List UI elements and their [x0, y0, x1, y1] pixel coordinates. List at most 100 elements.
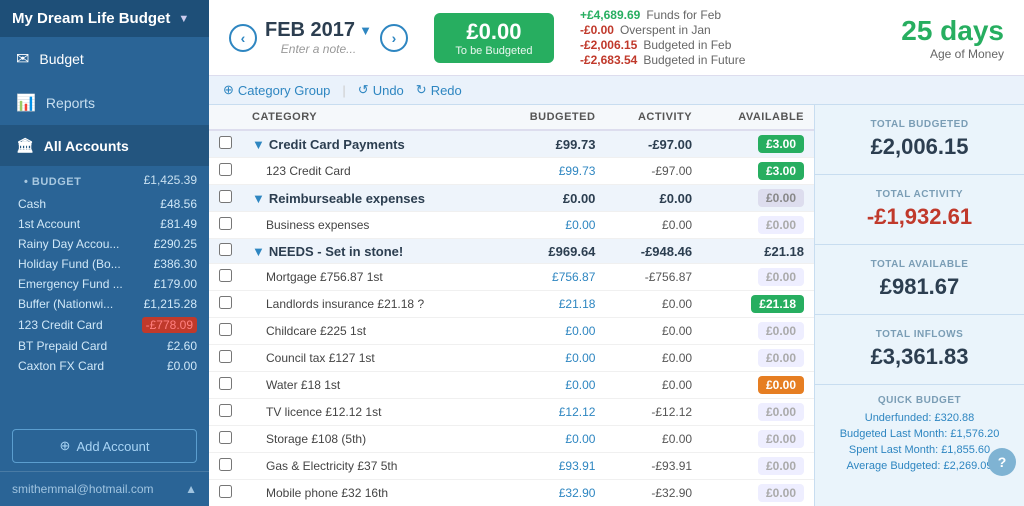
next-month-button[interactable]: ›: [380, 24, 408, 52]
category-checkbox[interactable]: [219, 269, 232, 282]
add-account-button[interactable]: ⊕ Add Account: [12, 429, 197, 463]
category-checkbox[interactable]: [219, 458, 232, 471]
to-be-budgeted-amount: £0.00: [450, 19, 538, 45]
account-name: Caxton FX Card: [18, 359, 104, 373]
category-name: Landlords insurance £21.18 ?: [266, 297, 424, 311]
account-item[interactable]: 1st Account£81.49: [0, 214, 209, 234]
category-budgeted[interactable]: £0.00: [494, 372, 606, 399]
category-name: 123 Credit Card: [266, 164, 351, 178]
category-checkbox[interactable]: [219, 323, 232, 336]
account-item[interactable]: Holiday Fund (Bo...£386.30: [0, 254, 209, 274]
account-balance: £2.60: [167, 339, 197, 353]
sidebar-item-all-accounts[interactable]: 🏛 All Accounts: [0, 125, 209, 166]
account-item[interactable]: Rainy Day Accou...£290.25: [0, 234, 209, 254]
account-balance: £48.56: [160, 197, 197, 211]
add-category-icon: ⊕: [223, 82, 234, 98]
group-checkbox[interactable]: [219, 136, 232, 149]
total-inflows-value: £3,361.83: [831, 344, 1008, 370]
account-item[interactable]: Cash £48.56: [0, 194, 209, 214]
group-name: Reimburseable expenses: [269, 191, 425, 206]
account-name: Cash: [18, 197, 46, 211]
category-budgeted[interactable]: £21.18: [494, 291, 606, 318]
category-budgeted[interactable]: £93.91: [494, 453, 606, 480]
account-item[interactable]: Caxton FX Card£0.00: [0, 356, 209, 376]
category-checkbox[interactable]: [219, 163, 232, 176]
category-check-cell: [209, 453, 242, 480]
age-label: Age of Money: [901, 47, 1004, 61]
category-checkbox[interactable]: [219, 404, 232, 417]
quick-budget-item[interactable]: Spent Last Month: £1,855.60: [829, 444, 1010, 456]
category-checkbox[interactable]: [219, 431, 232, 444]
redo-button[interactable]: ↻ Redo: [416, 82, 462, 98]
quick-budget-item[interactable]: Underfunded: £320.88: [829, 412, 1010, 424]
category-budgeted[interactable]: £0.00: [494, 426, 606, 453]
category-checkbox[interactable]: [219, 350, 232, 363]
header-available: AVAILABLE: [702, 105, 814, 130]
category-name: Council tax £127 1st: [266, 351, 375, 365]
total-budgeted-label: TOTAL BUDGETED: [831, 119, 1008, 130]
category-check-cell: [209, 480, 242, 506]
category-budgeted[interactable]: £0.00: [494, 318, 606, 345]
category-activity: £0.00: [605, 345, 702, 372]
undo-button[interactable]: ↺ Undo: [358, 82, 404, 98]
category-check-cell: [209, 291, 242, 318]
available-badge: £0.00: [758, 268, 804, 286]
category-check-cell: [209, 426, 242, 453]
category-budgeted[interactable]: £0.00: [494, 345, 606, 372]
quick-budget-item[interactable]: Average Budgeted: £2,269.09: [829, 460, 1010, 472]
account-item[interactable]: 123 Credit Card-£778.09: [0, 314, 209, 336]
app-title-header[interactable]: My Dream Life Budget ▼: [0, 0, 209, 37]
help-button[interactable]: ?: [988, 448, 1016, 476]
group-collapse-icon[interactable]: ▼: [252, 137, 265, 152]
category-checkbox[interactable]: [219, 377, 232, 390]
category-activity: -£756.87: [605, 264, 702, 291]
group-collapse-icon[interactable]: ▼: [252, 244, 265, 259]
table-row: Mobile phone £32 16th £32.90 -£32.90 £0.…: [209, 480, 814, 506]
category-budgeted[interactable]: £0.00: [494, 212, 606, 239]
category-checkbox[interactable]: [219, 485, 232, 498]
table-row: Landlords insurance £21.18 ? £21.18 £0.0…: [209, 291, 814, 318]
account-item[interactable]: Emergency Fund ...£179.00: [0, 274, 209, 294]
sidebar: My Dream Life Budget ▼ ✉ Budget 📊 Report…: [0, 0, 209, 506]
undo-icon: ↺: [358, 82, 369, 98]
category-checkbox[interactable]: [219, 217, 232, 230]
category-budgeted[interactable]: £756.87: [494, 264, 606, 291]
category-available: £0.00: [702, 453, 814, 480]
category-available: £0.00: [702, 480, 814, 506]
total-available-label: TOTAL AVAILABLE: [831, 259, 1008, 270]
category-name-cell: Council tax £127 1st: [242, 345, 494, 372]
group-name-cell: ▼ NEEDS - Set in stone!: [242, 239, 494, 264]
category-check-cell: [209, 372, 242, 399]
quick-budget-item[interactable]: Budgeted Last Month: £1,576.20: [829, 428, 1010, 440]
note-input[interactable]: Enter a note...: [265, 42, 372, 56]
category-name-cell: Water £18 1st: [242, 372, 494, 399]
category-budgeted[interactable]: £32.90: [494, 480, 606, 506]
account-item[interactable]: Buffer (Nationwi...£1,215.28: [0, 294, 209, 314]
month-nav: ‹ FEB 2017 ▼ Enter a note... ›: [229, 19, 408, 56]
category-budgeted[interactable]: £12.12: [494, 399, 606, 426]
to-be-budgeted-label: To be Budgeted: [450, 45, 538, 57]
group-checkbox[interactable]: [219, 243, 232, 256]
month-dropdown-icon[interactable]: ▼: [359, 23, 372, 38]
account-name: BT Prepaid Card: [18, 339, 107, 353]
account-balance: £179.00: [154, 277, 197, 291]
total-inflows-label: TOTAL INFLOWS: [831, 329, 1008, 340]
prev-month-button[interactable]: ‹: [229, 24, 257, 52]
category-budgeted[interactable]: £99.73: [494, 158, 606, 185]
category-available: £3.00: [702, 158, 814, 185]
group-name: NEEDS - Set in stone!: [269, 244, 403, 259]
user-menu-icon[interactable]: ▲: [185, 482, 197, 496]
sidebar-item-budget[interactable]: ✉ Budget: [0, 37, 209, 81]
user-email: smithemmal@hotmail.com: [12, 482, 154, 496]
category-group-button[interactable]: ⊕ Category Group: [223, 82, 330, 98]
category-check-cell: [209, 399, 242, 426]
account-item[interactable]: BT Prepaid Card £2.60: [0, 336, 209, 356]
table-row: Water £18 1st £0.00 £0.00 £0.00: [209, 372, 814, 399]
group-available: £21.18: [702, 239, 814, 264]
table-row: ▼NEEDS - Set in stone! £969.64 -£948.46 …: [209, 239, 814, 264]
sidebar-footer: smithemmal@hotmail.com ▲: [0, 471, 209, 506]
sidebar-item-reports[interactable]: 📊 Reports: [0, 81, 209, 125]
group-collapse-icon[interactable]: ▼: [252, 191, 265, 206]
group-checkbox[interactable]: [219, 190, 232, 203]
category-checkbox[interactable]: [219, 296, 232, 309]
